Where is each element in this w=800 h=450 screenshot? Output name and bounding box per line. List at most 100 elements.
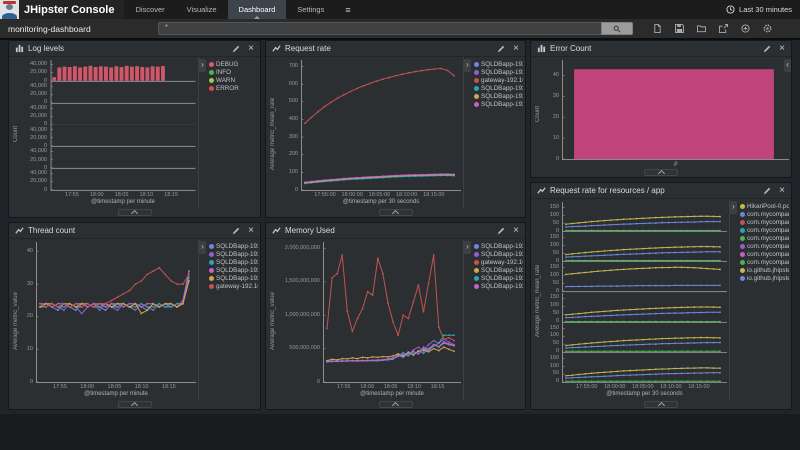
legend-item[interactable]: SQLDBapp-192.168.4... (474, 60, 523, 68)
share-icon[interactable] (719, 24, 728, 33)
legend-item[interactable]: SQLDBapp-192.168.4... (474, 84, 523, 92)
save-dashboard-icon[interactable] (675, 24, 684, 33)
legend-item[interactable]: gateway-192.168.43.8... (474, 258, 523, 266)
panel-memory-used: Memory Used × Average metric_value0500,0… (265, 222, 526, 410)
legend-item[interactable]: SQLDBapp-192.168.4... (474, 100, 523, 108)
legend-color-dot (474, 268, 479, 273)
new-dashboard-icon[interactable] (653, 24, 662, 33)
edit-icon[interactable] (497, 227, 505, 235)
search-button[interactable] (601, 22, 633, 35)
edit-icon[interactable] (763, 187, 771, 195)
legend-item[interactable]: SQLDBapp-192.168.4... (209, 242, 258, 250)
y-axis-title: Count (534, 60, 542, 168)
legend-item[interactable]: com.mycompany.myap... (740, 258, 789, 266)
add-visualization-icon[interactable] (741, 24, 750, 33)
brand[interactable]: JHipster Console (0, 0, 124, 19)
collapse-panel-button[interactable] (379, 401, 413, 408)
plot-area (562, 262, 727, 292)
edit-icon[interactable] (763, 45, 771, 53)
y-axis-tick: 50 (553, 340, 559, 346)
legend-item[interactable]: SQLDBapp-192.168.4... (474, 274, 523, 282)
legend-item[interactable]: SQLDBapp-192.168.4... (209, 266, 258, 274)
plot-area (562, 293, 727, 323)
legend-item[interactable]: SQLDBapp-192.168.4... (474, 68, 523, 76)
legend-item[interactable]: SQLDBapp-192.168.4... (474, 242, 523, 250)
bar (94, 67, 98, 81)
legend-item[interactable]: com.mycompany.myap... (740, 210, 789, 218)
nav-item-dashboard[interactable]: Dashboard (228, 0, 287, 19)
panel-header[interactable]: Request rate × (266, 41, 525, 57)
legend-item[interactable]: HikariPool-0.pool.Wait (740, 202, 789, 210)
series-line (40, 268, 189, 307)
collapse-panel-button[interactable] (118, 209, 152, 216)
panel-header[interactable]: Log levels × (9, 41, 260, 57)
collapse-panel-button[interactable] (118, 401, 152, 408)
close-icon[interactable]: × (513, 45, 519, 53)
y-axis-tick: 30 (27, 281, 33, 287)
legend-toggle-icon[interactable]: › (199, 59, 206, 72)
chevron-up-icon (131, 210, 138, 217)
legend-item[interactable]: gateway-192.168.43.8... (209, 282, 258, 290)
y-axis-tick: 40,000 (30, 127, 47, 133)
legend-item[interactable]: SQLDBapp-192.168.4... (209, 274, 258, 282)
collapse-panel-button[interactable] (644, 401, 678, 408)
edit-icon[interactable] (497, 45, 505, 53)
panel-error-count: Error Count × Count010203040all ‹ (530, 40, 792, 178)
legend-item[interactable]: com.mycompany.myap... (740, 242, 789, 250)
nav-item-visualize[interactable]: Visualize (176, 0, 228, 19)
legend-toggle-icon[interactable]: › (464, 241, 471, 254)
load-dashboard-icon[interactable] (697, 24, 706, 33)
legend-item[interactable]: SQLDBapp-192.168.4... (474, 266, 523, 274)
y-axis-tick: 40,000 (30, 105, 47, 111)
log-levels-chart: Count020,00040,000020,00040,000020,00040… (9, 57, 198, 208)
chevron-up-icon (392, 402, 399, 409)
edit-icon[interactable] (232, 227, 240, 235)
y-axis-tick: 500 (289, 98, 298, 104)
legend-item[interactable]: io.github.jhipster.web.r... (740, 274, 789, 282)
legend-item[interactable]: ERROR (209, 84, 258, 92)
options-gear-icon[interactable] (763, 24, 772, 33)
legend-item[interactable]: com.mycompany.myap... (740, 250, 789, 258)
legend-item[interactable]: DEBUG (209, 60, 258, 68)
legend-item[interactable]: INFO (209, 68, 258, 76)
series-line (40, 278, 189, 307)
legend-toggle-icon[interactable]: › (464, 59, 471, 72)
panel-header[interactable]: Thread count × (9, 223, 260, 239)
close-icon[interactable]: × (779, 187, 785, 195)
legend-toggle-icon[interactable]: › (199, 241, 206, 254)
legend-item[interactable]: SQLDBapp-192.168.4... (209, 250, 258, 258)
list-menu-icon[interactable]: ≡ (335, 0, 360, 19)
bar (125, 66, 129, 81)
collapse-panel-button[interactable] (379, 209, 413, 216)
legend-expand-icon[interactable]: ‹ (784, 59, 791, 72)
legend-item[interactable]: WARN (209, 76, 258, 84)
close-icon[interactable]: × (248, 45, 254, 53)
legend-item[interactable]: SQLDBapp-192.168.4... (474, 250, 523, 258)
legend-color-dot (740, 252, 745, 257)
legend-item[interactable]: SQLDBapp-192.168.4... (474, 282, 523, 290)
legend-toggle-icon[interactable]: › (730, 201, 737, 214)
legend-color-dot (474, 94, 479, 99)
collapse-panel-button[interactable] (644, 169, 678, 176)
panel-header[interactable]: Request rate for resources / app × (531, 183, 791, 199)
nav-item-discover[interactable]: Discover (124, 0, 175, 19)
legend-item[interactable]: SQLDBapp-192.168.4... (209, 258, 258, 266)
nav-item-settings[interactable]: Settings (286, 0, 335, 19)
close-icon[interactable]: × (779, 45, 785, 53)
edit-icon[interactable] (232, 45, 240, 53)
panel-header[interactable]: Error Count × (531, 41, 791, 57)
panel-header[interactable]: Memory Used × (266, 223, 525, 239)
legend-color-dot (474, 86, 479, 91)
x-axis-tick: 18:05:00 (369, 192, 390, 198)
legend-item[interactable]: com.mycompany.myap... (740, 218, 789, 226)
legend-item[interactable]: com.mycompany.myap... (740, 234, 789, 242)
time-picker[interactable]: Last 30 minutes (726, 0, 800, 19)
query-input[interactable] (158, 22, 601, 35)
y-axis-tick: 40,000 (30, 61, 47, 67)
close-icon[interactable]: × (513, 227, 519, 235)
legend-item[interactable]: io.github.jhipster.web.r... (740, 266, 789, 274)
close-icon[interactable]: × (248, 227, 254, 235)
legend-item[interactable]: com.mycompany.myap... (740, 226, 789, 234)
legend-item[interactable]: gateway-192.168.43.8... (474, 76, 523, 84)
legend-item[interactable]: SQLDBapp-192.168.4... (474, 92, 523, 100)
